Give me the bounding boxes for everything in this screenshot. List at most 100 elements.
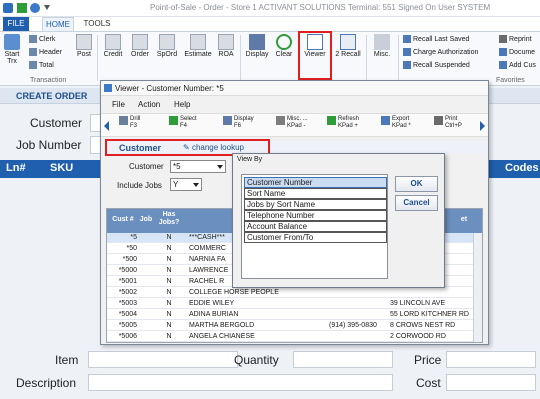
view-by-option[interactable]: Jobs by Sort Name bbox=[244, 199, 387, 210]
cell-cust: *50 bbox=[126, 245, 137, 252]
total-icon bbox=[29, 61, 37, 69]
item-field[interactable] bbox=[88, 351, 238, 368]
tab-tools[interactable]: TOOLS bbox=[82, 17, 112, 31]
reprint-button[interactable]: Reprint bbox=[499, 35, 532, 43]
start-trx-label-1: Start bbox=[4, 51, 20, 58]
menu-help[interactable]: Help bbox=[174, 100, 190, 109]
display-button[interactable]: Display bbox=[244, 34, 270, 58]
header-label: Header bbox=[39, 48, 62, 56]
display-label: Display bbox=[245, 51, 269, 58]
reprint-icon bbox=[499, 35, 507, 43]
credit-button[interactable]: Credit bbox=[100, 34, 126, 58]
total-button[interactable]: Total bbox=[29, 61, 54, 69]
cell-cust: *5003 bbox=[118, 300, 137, 307]
cell-cust: *5000 bbox=[118, 267, 137, 274]
toolbar-button-3[interactable]: Display F6 bbox=[223, 116, 254, 130]
view-by-option[interactable]: Customer Number bbox=[244, 177, 387, 188]
post-button[interactable]: Post bbox=[74, 34, 94, 58]
group-transaction-label: Transaction bbox=[30, 77, 67, 84]
quick-access-dropdown-icon[interactable] bbox=[44, 5, 50, 11]
add-customer-button[interactable]: Add Cus bbox=[499, 61, 536, 69]
start-trx-button[interactable]: Start Trx bbox=[4, 34, 20, 65]
quick-access-save-icon[interactable] bbox=[17, 3, 27, 13]
toolbar-button-1[interactable]: Drill F3 bbox=[119, 116, 140, 130]
misc-label: Misc. bbox=[373, 51, 391, 58]
add-customer-label: Add Cus bbox=[509, 61, 536, 69]
credit-icon bbox=[105, 34, 121, 50]
cost-field[interactable] bbox=[446, 374, 536, 391]
clear-label: Clear bbox=[275, 51, 293, 58]
clear-button[interactable]: Clear bbox=[272, 34, 296, 58]
toolbar-scroll-left-icon[interactable] bbox=[104, 121, 109, 131]
ok-button[interactable]: OK bbox=[395, 176, 438, 192]
price-label: Price bbox=[414, 353, 442, 367]
recall-last-saved-label: Recall Last Saved bbox=[413, 35, 470, 43]
select-icon bbox=[169, 116, 178, 125]
view-by-option[interactable]: Telephone Number bbox=[244, 210, 387, 221]
tab-home[interactable]: HOME bbox=[42, 17, 74, 31]
estimate-button[interactable]: Estimate bbox=[182, 34, 214, 58]
view-by-option[interactable]: Sort Name bbox=[244, 188, 387, 199]
clerk-button[interactable]: Clerk bbox=[29, 35, 55, 43]
price-field[interactable] bbox=[446, 351, 536, 368]
recall-last-saved-button[interactable]: Recall Last Saved bbox=[403, 35, 469, 43]
table-row[interactable]: *5002 N COLLEGE HORSE PEOPLE bbox=[107, 288, 482, 298]
credit-label: Credit bbox=[103, 51, 123, 58]
cell-cust: *5001 bbox=[118, 278, 137, 285]
change-lookup-link[interactable]: ✎ change lookup bbox=[183, 143, 244, 152]
recall-suspended-button[interactable]: Recall Suspended bbox=[403, 61, 470, 69]
menu-action[interactable]: Action bbox=[138, 100, 160, 109]
cancel-button[interactable]: Cancel bbox=[395, 195, 438, 211]
tab-file[interactable]: FILE bbox=[3, 17, 29, 31]
quick-access-refresh-icon[interactable] bbox=[30, 3, 40, 13]
misc-icon bbox=[276, 116, 285, 125]
viewer-toolbar: Drill F3 Select F4 Display F6 Misc. ... KPad - R… bbox=[101, 113, 488, 137]
table-row[interactable]: *5006 N ANGELA CHIANESE 2 CORWOOD RD bbox=[107, 332, 482, 342]
charge-authorization-button[interactable]: Charge Authorization bbox=[403, 48, 478, 56]
header-button[interactable]: Header bbox=[29, 48, 62, 56]
recall-button[interactable]: 2 Recall bbox=[334, 34, 362, 58]
toolbar-button-6[interactable]: Export KPad * bbox=[381, 116, 411, 130]
view-by-dialog: View By Customer Number Sort Name Jobs by … bbox=[232, 153, 445, 288]
toolbar-button-2[interactable]: Select F4 bbox=[169, 116, 197, 130]
toolbar-button-7[interactable]: Print Ctrl+P bbox=[434, 116, 462, 130]
roa-button[interactable]: ROA bbox=[216, 34, 236, 58]
view-by-option[interactable]: Account Balance bbox=[244, 221, 387, 232]
order-button[interactable]: Order bbox=[128, 34, 152, 58]
viewer-menu-bar: File Action Help bbox=[101, 96, 488, 113]
documents-label: Docume bbox=[509, 48, 536, 56]
order-label: Order bbox=[131, 51, 149, 58]
col-address[interactable]: et bbox=[457, 216, 471, 224]
ribbon-separator bbox=[97, 35, 98, 81]
add-customer-icon bbox=[499, 61, 507, 69]
toolbar-button-5[interactable]: Refresh KPad + bbox=[327, 116, 359, 130]
recall-icon bbox=[340, 34, 356, 50]
toolbar-button-4[interactable]: Misc. ... KPad - bbox=[276, 116, 308, 130]
toolbar-scroll-right-icon[interactable] bbox=[480, 121, 485, 131]
cell-name: COLLEGE HORSE PEOPLE bbox=[189, 289, 279, 296]
col-job[interactable]: Job bbox=[139, 216, 153, 224]
misc-icon bbox=[374, 34, 390, 50]
description-field[interactable] bbox=[88, 374, 393, 391]
col-cust-number[interactable]: Cust # bbox=[109, 216, 137, 224]
documents-icon bbox=[499, 48, 507, 56]
post-label: Post bbox=[76, 51, 91, 58]
menu-file[interactable]: File bbox=[112, 100, 125, 109]
title-bar: Point-of-Sale - Order - Store 1 ACTIVANT… bbox=[0, 0, 540, 17]
col-has-jobs[interactable]: Has Jobs? bbox=[157, 211, 181, 227]
view-by-option[interactable]: Customer From/To bbox=[244, 232, 387, 243]
cell-has-jobs: N bbox=[166, 289, 172, 296]
table-scrollbar[interactable] bbox=[473, 233, 482, 342]
ribbon-separator bbox=[366, 35, 367, 81]
spord-button[interactable]: SpOrd bbox=[154, 34, 180, 58]
table-row[interactable]: *5003 N EDDIE WILEY 39 LINCOLN AVE bbox=[107, 299, 482, 309]
include-jobs-select[interactable]: Y bbox=[170, 178, 202, 191]
misc-button[interactable]: Misc. bbox=[370, 34, 394, 58]
documents-button[interactable]: Docume bbox=[499, 48, 535, 56]
customer-label: Customer bbox=[30, 116, 83, 130]
grid-codes-header: Codes bbox=[505, 162, 539, 174]
table-row[interactable]: *5005 N MARTHA BERGOLD (914) 395-0830 8 CROW… bbox=[107, 321, 482, 331]
quantity-field[interactable] bbox=[293, 351, 393, 368]
customer-filter-select[interactable]: *5 bbox=[170, 160, 226, 173]
table-row[interactable]: *5004 N ADINA BURIAN 55 LORD KITCHNER RD bbox=[107, 310, 482, 320]
